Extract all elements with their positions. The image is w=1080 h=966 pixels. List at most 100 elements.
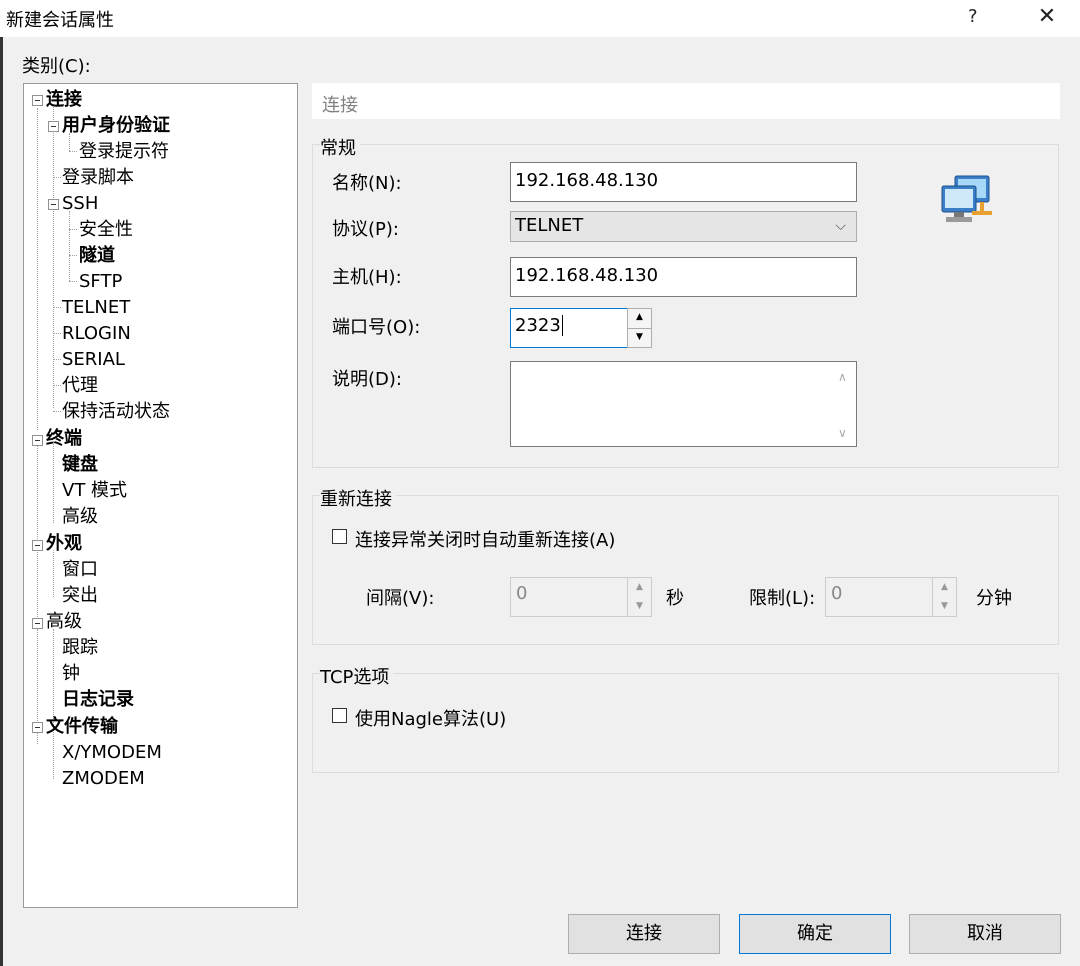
protocol-select-value: TELNET [515,215,584,236]
spin-down-icon[interactable]: ▼ [933,597,956,616]
tree-line [37,445,38,539]
tree-item-highlight[interactable]: 突出 [62,585,98,607]
scroll-down-icon[interactable]: ∨ [838,426,847,440]
panel-header: 连接 [312,83,1060,119]
tree-line [37,108,38,430]
tree-item-user-auth[interactable]: 用户身份验证 [62,115,170,137]
tree-line [37,629,38,725]
tree-item-trace[interactable]: 跟踪 [62,637,98,659]
collapse-icon[interactable] [32,95,43,106]
spin-up-icon[interactable]: ▲ [628,309,651,329]
tree-item-serial[interactable]: SERIAL [62,349,125,371]
tree-line [37,550,38,621]
tree-line [53,550,54,597]
limit-label: 限制(L): [749,588,816,609]
description-scrollbar[interactable]: ∧ ∨ [830,362,856,446]
tree-item-advanced[interactable]: 高级 [46,611,82,633]
tree-item-security[interactable]: 安全性 [79,219,133,241]
chevron-down-icon: ⌵ [835,218,846,234]
general-group-title: 常规 [320,134,360,160]
port-spinner[interactable]: ▲ ▼ [627,308,652,348]
tree-item-ssh[interactable]: SSH [62,193,98,215]
help-button[interactable]: ? [968,6,978,27]
collapse-icon[interactable] [32,618,43,629]
collapse-icon[interactable] [32,540,43,551]
tree-line [37,732,38,744]
interval-input[interactable]: 0 [510,577,628,617]
tree-line [53,307,61,308]
tree-item-rlogin[interactable]: RLOGIN [62,323,131,345]
window-title: 新建会话属性 [6,10,114,31]
tree-line [53,734,54,779]
scroll-up-icon[interactable]: ∧ [838,370,847,384]
close-button[interactable]: ✕ [1036,4,1058,29]
port-input-value: 2323 [515,315,561,336]
nagle-checkbox[interactable] [332,708,347,723]
tree-item-sftp[interactable]: SFTP [79,271,122,293]
collapse-icon[interactable] [32,722,43,733]
tree-item-keyboard[interactable]: 键盘 [62,454,98,476]
interval-unit: 秒 [666,588,684,609]
protocol-label: 协议(P): [332,219,399,240]
ok-button[interactable]: 确定 [739,914,891,954]
tree-line [53,333,61,334]
collapse-icon[interactable] [48,121,59,132]
tree-item-tunnel[interactable]: 隧道 [79,245,115,267]
tcp-options-group-title: TCP选项 [320,663,394,689]
spin-down-icon[interactable]: ▼ [628,329,651,348]
host-input[interactable]: 192.168.48.130 [510,257,857,297]
tree-line [69,151,77,152]
limit-unit: 分钟 [976,588,1012,609]
interval-label: 间隔(V): [366,588,435,609]
tree-item-terminal-advanced[interactable]: 高级 [62,506,98,528]
spin-up-icon[interactable]: ▲ [628,578,651,597]
tree-item-connection[interactable]: 连接 [46,89,82,111]
reconnect-group [312,495,1059,645]
text-cursor [561,315,563,336]
cancel-button[interactable]: 取消 [909,914,1061,954]
category-tree[interactable]: 连接 用户身份验证 登录提示符 登录脚本 SSH 安全性 隧道 SFTP TEL… [23,83,298,908]
tree-line [53,177,61,178]
connect-button[interactable]: 连接 [568,914,720,954]
category-label: 类别(C): [22,56,91,77]
tree-item-proxy[interactable]: 代理 [62,375,98,397]
tree-item-login-script[interactable]: 登录脚本 [62,167,134,189]
port-input[interactable]: 2323 [510,308,628,348]
tree-line [69,229,77,230]
spin-down-icon[interactable]: ▼ [628,597,651,616]
tree-item-login-prompt[interactable]: 登录提示符 [79,141,169,163]
tree-item-file-transfer[interactable]: 文件传输 [46,716,118,738]
auto-reconnect-checkbox[interactable] [332,529,347,544]
tree-item-keepalive[interactable]: 保持活动状态 [62,401,170,423]
description-label: 说明(D): [332,369,402,390]
tree-item-vt-mode[interactable]: VT 模式 [62,480,127,502]
tree-line [53,385,61,386]
description-textarea[interactable]: ∧ ∨ [510,361,857,447]
tree-item-telnet[interactable]: TELNET [62,297,130,319]
tree-item-appearance[interactable]: 外观 [46,533,82,555]
title-bar [0,0,1080,37]
name-input[interactable]: 192.168.48.130 [510,162,857,202]
nagle-label[interactable]: 使用Nagle算法(U) [355,705,506,731]
network-computers-icon [940,173,994,225]
auto-reconnect-label[interactable]: 连接异常关闭时自动重新连接(A) [355,526,615,552]
collapse-icon[interactable] [32,435,43,446]
tree-item-terminal[interactable]: 终端 [46,428,82,450]
limit-spinner[interactable]: ▲ ▼ [932,577,957,617]
tree-item-logging[interactable]: 日志记录 [62,689,134,711]
tree-item-xymodem[interactable]: X/YMODEM [62,742,162,764]
tree-line [53,444,54,523]
collapse-icon[interactable] [48,199,59,210]
tree-line [53,105,54,408]
tree-item-bell[interactable]: 钟 [62,663,80,685]
limit-input[interactable]: 0 [825,577,933,617]
spin-up-icon[interactable]: ▲ [933,578,956,597]
window-edge [0,37,3,966]
port-label: 端口号(O): [332,317,421,338]
host-label: 主机(H): [332,267,402,288]
interval-spinner[interactable]: ▲ ▼ [627,577,652,617]
tree-item-window[interactable]: 窗口 [62,559,98,581]
tree-item-zmodem[interactable]: ZMODEM [62,768,145,790]
tree-line [69,281,77,282]
protocol-select[interactable]: TELNET ⌵ [510,211,857,242]
